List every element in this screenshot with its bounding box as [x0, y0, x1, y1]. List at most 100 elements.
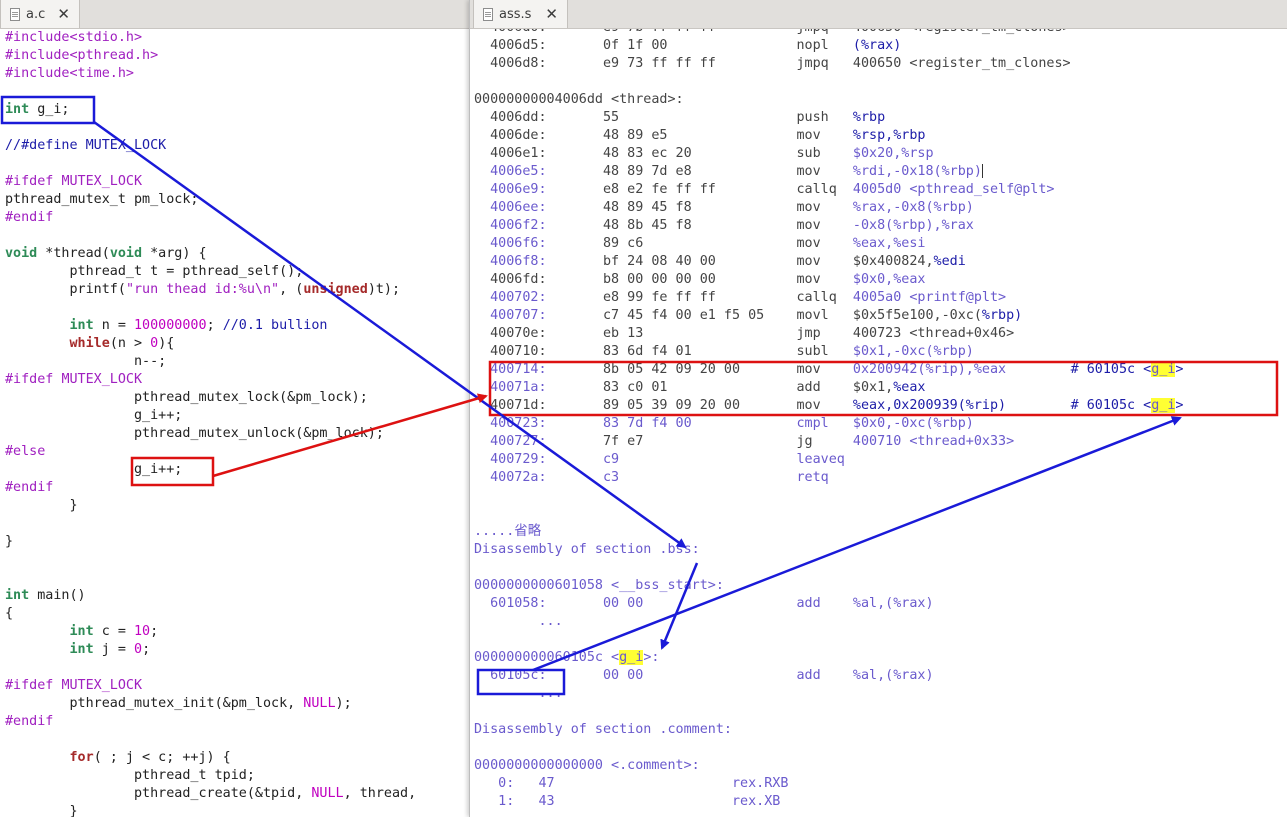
right-code-token: 48 89 7d e8 mov: [603, 164, 853, 179]
left-code-line: while(n > 0){: [5, 335, 469, 353]
left-code-line: pthread_t tpid;: [5, 767, 469, 785]
right-code-token: 00000000004006dd <thread>:: [474, 92, 684, 107]
right-code-line: 4006d5: 0f 1f 00 nopl (%rax): [474, 37, 1287, 55]
right-code-token: (%rax): [852, 38, 902, 53]
left-code-token: printf(: [5, 282, 126, 297]
left-code-token: #include<pthread.h>: [5, 48, 159, 63]
right-code-token: $0x1,-0xc(%rbp): [852, 344, 974, 359]
right-code-token: 4006d5: 0f 1f 00 nopl: [474, 38, 853, 53]
right-code-token: 400714:: [474, 362, 603, 377]
left-code-token: //0.1 bullion: [222, 318, 328, 333]
right-code-token: 60105c: 00 00 add: [474, 668, 853, 683]
right-code-line: 40071a: 83 c0 01 add $0x1,%eax: [474, 379, 1287, 397]
left-code-line: pthread_mutex_t pm_lock;: [5, 191, 469, 209]
left-code-token: ;: [150, 624, 159, 639]
left-code-line: }: [5, 803, 469, 817]
right-code-line: 0000000000601058 <__bss_start>:: [474, 577, 1287, 595]
assembly-listing[interactable]: 4006d0: e9 7b ff ff ff jmpq 400650 <regi…: [474, 19, 1287, 811]
right-code-token: Disassembly of section .comment:: [474, 722, 732, 737]
right-code-line: Disassembly of section .bss:: [474, 541, 1287, 559]
right-code-token: 40071d: 89 05 39 09 20 00 mov: [474, 398, 853, 413]
left-code-line: pthread_mutex_unlock(&pm_lock);: [5, 425, 469, 443]
left-code-line: g_i++;: [5, 407, 469, 425]
left-code-token: unsigned: [303, 282, 368, 297]
right-code-line: [474, 505, 1287, 523]
left-code-token: [5, 624, 70, 639]
left-code-line: for( ; j < c; ++j) {: [5, 749, 469, 767]
left-code-token: pthread_create(&tpid,: [5, 786, 312, 801]
tab-a-c[interactable]: a.c ✕: [0, 0, 80, 28]
left-code-line: printf("run thead id:%u\n", (unsigned)t)…: [5, 281, 469, 299]
left-code-line: [5, 227, 469, 245]
right-code-line: .....省略: [474, 523, 1287, 541]
left-code-line: g_i++;: [5, 461, 469, 479]
left-code-token: }: [5, 498, 78, 513]
left-code-token: ;: [142, 642, 151, 657]
left-code-line: [5, 119, 469, 137]
left-code-line: void *thread(void *arg) {: [5, 245, 469, 263]
c-source-code[interactable]: #include<stdio.h> #include<pthread.h> #inc…: [5, 29, 469, 817]
left-code-line: pthread_create(&tpid, NULL, thread,: [5, 785, 469, 803]
left-code-token: #endif: [5, 714, 54, 729]
left-code-token: , (: [279, 282, 304, 297]
right-code-token: 4006e5:: [474, 164, 603, 179]
right-code-token: 0: 47 rex.RXB: [474, 776, 789, 791]
left-code-token: (n >: [109, 336, 151, 351]
right-code-token: 4006ee:: [474, 200, 603, 215]
right-code-line: 0: 47 rex.RXB: [474, 775, 1287, 793]
left-code-token: #endif: [5, 210, 54, 225]
right-code-line: 4006de: 48 89 e5 mov %rsp,%rbp: [474, 127, 1287, 145]
left-code-line: #ifdef MUTEX_LOCK: [5, 371, 469, 389]
right-code-token: g_i: [619, 650, 644, 665]
left-code-token: g_i++;: [5, 462, 183, 477]
left-code-line: [5, 299, 469, 317]
right-code-line: 4006d8: e9 73 ff ff ff jmpq 400650 <regi…: [474, 55, 1287, 73]
right-code-token: 400727:: [474, 434, 603, 449]
left-code-token: 0: [134, 642, 143, 657]
left-code-token: int: [69, 624, 94, 639]
right-code-line: Disassembly of section .comment:: [474, 721, 1287, 739]
right-code-token: 8b 05 42 09 20 00 mov: [603, 362, 853, 377]
left-code-token: 0: [150, 336, 159, 351]
right-tab-bar: ass.s ✕: [470, 0, 1287, 29]
left-code-token: g_i++;: [5, 408, 183, 423]
left-code-token: *arg) {: [142, 246, 207, 261]
right-code-line: 40070e: eb 13 jmp 400723 <thread+0x46>: [474, 325, 1287, 343]
close-tab-icon[interactable]: ✕: [545, 5, 558, 23]
right-code-token: 89 c6 mov: [603, 236, 853, 251]
right-code-line: 4006dd: 55 push %rbp: [474, 109, 1287, 127]
left-code-line: int main(): [5, 587, 469, 605]
left-code-line: int c = 10;: [5, 623, 469, 641]
left-code-token: [5, 318, 70, 333]
left-code-token: pthread_t t = pthread_self();: [5, 264, 304, 279]
right-code-token: 48 89 45 f8 mov: [603, 200, 853, 215]
left-code-token: }: [5, 804, 78, 817]
left-code-token: 100000000: [134, 318, 207, 333]
right-code-token: %rdi,-0x18(%rbp): [852, 164, 982, 179]
left-code-token: [5, 336, 70, 351]
right-code-token: 400702:: [474, 290, 603, 305]
right-code-token: 4006dd: 55 push: [474, 110, 853, 125]
left-code-token: int: [5, 102, 30, 117]
tab-label: a.c: [26, 6, 46, 22]
left-code-line: [5, 659, 469, 677]
right-code-token: 400710 <thread+0x33>: [852, 434, 1015, 449]
right-code-token: 000000000060105c <: [474, 650, 620, 665]
right-code-token: %rbp: [852, 110, 886, 125]
right-code-token: 4005d0 <pthread_self@plt>: [852, 182, 1055, 197]
right-code-token: %rax,-0x8(%rbp): [852, 200, 974, 215]
left-code-token: //#define MUTEX_LOCK: [5, 138, 167, 153]
tab-ass-s[interactable]: ass.s ✕: [473, 0, 568, 28]
file-icon: [10, 7, 20, 21]
left-code-line: #endif: [5, 479, 469, 497]
right-code-token: 0x200942(%rip),%eax: [852, 362, 1007, 377]
right-code-token: ...: [474, 614, 563, 629]
right-code-line: 4006f8: bf 24 08 40 00 mov $0x400824,%ed…: [474, 253, 1287, 271]
left-code-token: [5, 750, 70, 765]
right-code-token: %al,(%rax): [852, 668, 934, 683]
left-code-line: #include<time.h>: [5, 65, 469, 83]
right-code-line: ...: [474, 613, 1287, 631]
close-tab-icon[interactable]: ✕: [57, 5, 70, 23]
left-code-token: #else: [5, 444, 46, 459]
right-code-line: 4006f2: 48 8b 45 f8 mov -0x8(%rbp),%rax: [474, 217, 1287, 235]
